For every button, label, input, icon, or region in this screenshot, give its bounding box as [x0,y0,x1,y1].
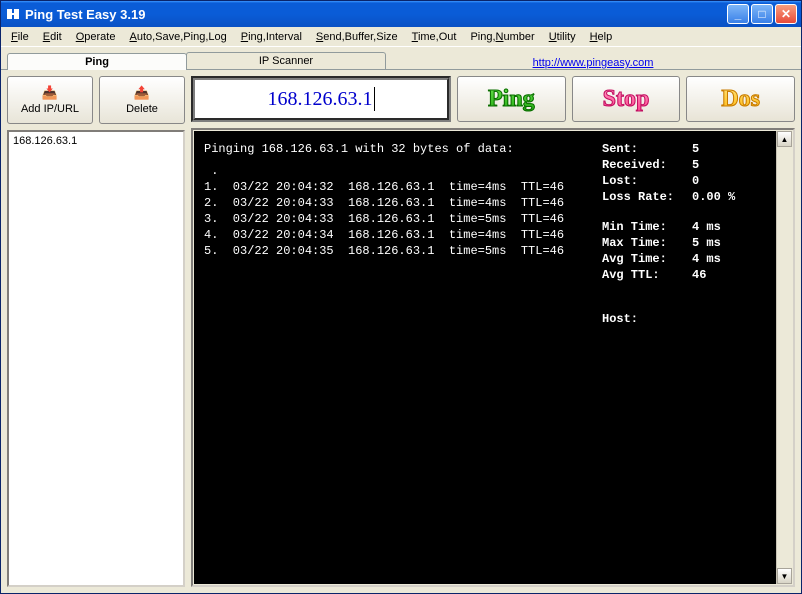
tab-ping[interactable]: Ping [7,53,187,70]
titlebar[interactable]: Ping Test Easy 3.19 _ □ ✕ [1,1,801,27]
add-ip-button[interactable]: 📥 Add IP/URL [7,76,93,124]
menubar: File Edit Operate Auto,Save,Ping,Log Pin… [1,27,801,47]
scrollbar[interactable]: ▲ ▼ [776,131,792,584]
scroll-up-button[interactable]: ▲ [777,131,792,147]
menu-file[interactable]: File [5,29,35,45]
dos-button[interactable]: Dos [686,76,795,122]
ping-dot: . [204,163,596,179]
menu-interval[interactable]: Ping,Interval [235,29,308,45]
add-icon: 📥 [42,85,58,101]
add-ip-label: Add IP/URL [21,103,79,115]
left-pane: 📥 Add IP/URL 📤 Delete 168.126.63.1 [7,76,185,587]
delete-button[interactable]: 📤 Delete [99,76,185,124]
ping-button[interactable]: Ping [457,76,566,122]
ping-row: 2. 03/22 20:04:33 168.126.63.1 time=4ms … [204,195,596,211]
menu-buffer[interactable]: Send,Buffer,Size [310,29,404,45]
window-title: Ping Test Easy 3.19 [25,7,145,22]
close-button[interactable]: ✕ [775,4,797,24]
tab-ip-scanner[interactable]: IP Scanner [186,52,386,69]
menu-number[interactable]: Ping,Number [464,29,540,45]
ping-row: 3. 03/22 20:04:33 168.126.63.1 time=5ms … [204,211,596,227]
stop-button[interactable]: Stop [572,76,681,122]
menu-edit[interactable]: Edit [37,29,68,45]
menu-help[interactable]: Help [584,29,619,45]
ip-input-value: 168.126.63.1 [268,88,373,111]
ip-list[interactable]: 168.126.63.1 [7,130,185,587]
right-pane: 168.126.63.1 Ping Stop Dos Pinging 168.1… [191,76,795,587]
maximize-button[interactable]: □ [751,4,773,24]
menu-operate[interactable]: Operate [70,29,122,45]
menu-timeout[interactable]: Time,Out [406,29,463,45]
menu-autosave[interactable]: Auto,Save,Ping,Log [123,29,232,45]
app-icon [5,6,21,22]
delete-icon: 📤 [134,85,150,101]
minimize-button[interactable]: _ [727,4,749,24]
scroll-down-button[interactable]: ▼ [777,568,792,584]
menu-utility[interactable]: Utility [543,29,582,45]
homepage-link[interactable]: http://www.pingeasy.com [385,55,801,69]
app-window: Ping Test Easy 3.19 _ □ ✕ File Edit Oper… [0,0,802,594]
list-item[interactable]: 168.126.63.1 [13,134,179,148]
delete-label: Delete [126,103,158,115]
ping-row: 1. 03/22 20:04:32 168.126.63.1 time=4ms … [204,179,596,195]
ping-header: Pinging 168.126.63.1 with 32 bytes of da… [204,141,596,157]
tabstrip: Ping IP Scanner http://www.pingeasy.com [1,47,801,69]
terminal-frame: Pinging 168.126.63.1 with 32 bytes of da… [191,128,795,587]
ping-row: 5. 03/22 20:04:35 168.126.63.1 time=5ms … [204,243,596,259]
stats-panel: Sent:5 Received:5 Lost:0 Loss Rate:0.00 … [596,141,766,574]
client-area: 📥 Add IP/URL 📤 Delete 168.126.63.1 168.1… [1,69,801,593]
scroll-track[interactable] [777,147,792,568]
terminal[interactable]: Pinging 168.126.63.1 with 32 bytes of da… [194,131,776,584]
ip-input[interactable]: 168.126.63.1 [191,76,451,122]
ping-row: 4. 03/22 20:04:34 168.126.63.1 time=4ms … [204,227,596,243]
